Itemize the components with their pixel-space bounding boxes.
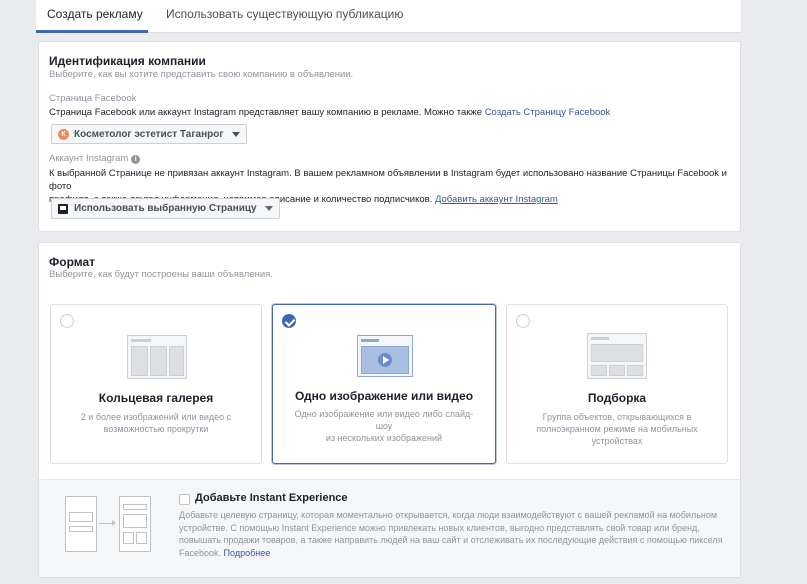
- add-instagram-account-link[interactable]: Добавить аккаунт Instagram: [435, 194, 558, 205]
- carousel-illustration-icon: [127, 335, 187, 379]
- instant-experience-illustration-icon: [65, 496, 157, 552]
- identity-subtitle: Выберите, как вы хотите представить свою…: [49, 69, 354, 80]
- format-option-collection[interactable]: Подборка Группа объектов, открывающихся …: [506, 304, 728, 464]
- single-image-radio-checked-icon[interactable]: [282, 314, 296, 328]
- collection-desc-line-1: Группа объектов, открывающихся в: [542, 412, 692, 422]
- identity-title: Идентификация компании: [49, 54, 206, 68]
- instant-experience-checkbox[interactable]: [179, 494, 190, 505]
- single-image-title: Одно изображение или видео: [294, 389, 474, 403]
- collection-radio[interactable]: [516, 314, 530, 328]
- tab-create-ad[interactable]: Создать рекламу: [47, 7, 143, 21]
- tabs-bar: Создать рекламу Использовать существующу…: [36, 0, 741, 33]
- facebook-page-text: Страница Facebook или аккаунт Instagram …: [49, 106, 610, 119]
- instant-experience-description: Добавьте целевую страницу, которая момен…: [179, 509, 729, 559]
- tab-use-existing-post[interactable]: Использовать существующую публикацию: [166, 7, 403, 21]
- collection-desc-line-3: устройствах: [591, 436, 643, 446]
- identity-card: Идентификация компании Выберите, как вы …: [38, 41, 741, 232]
- ie-desc-line-4: Facebook. Подробнее: [179, 547, 729, 560]
- format-card: Формат Выберите, как будут построены ваш…: [38, 242, 741, 578]
- instagram-text-line-1: К выбранной Странице не привязан аккаунт…: [49, 168, 727, 192]
- ie-desc-line-3: повышать продажи товаров, а также направ…: [179, 535, 723, 545]
- instant-experience-title: Добавьте Instant Experience: [195, 492, 348, 504]
- info-icon[interactable]: i: [131, 155, 141, 164]
- instagram-dropdown[interactable]: Использовать выбранную Страницу: [51, 198, 280, 219]
- format-title: Формат: [49, 255, 96, 269]
- page-dropdown-label: Косметолог эстетист Таганрог: [74, 128, 224, 140]
- instagram-account-label: Аккаунт Instagram: [49, 153, 129, 164]
- instant-experience-panel: Добавьте Instant Experience Добавьте цел…: [39, 479, 740, 577]
- collection-desc-line-2: полноэкранном режиме на мобильных: [536, 424, 698, 434]
- single-image-desc-line-1: Одно изображение или видео либо слайд-шо…: [294, 409, 474, 431]
- collection-title: Подборка: [587, 391, 647, 405]
- learn-more-link[interactable]: Подробнее: [224, 548, 271, 558]
- page-dropdown[interactable]: К Косметолог эстетист Таганрог: [51, 124, 247, 144]
- page-avatar: К: [58, 128, 69, 140]
- facebook-page-description: Страница Facebook или аккаунт Instagram …: [49, 107, 483, 118]
- single-image-description: Одно изображение или видео либо слайд-шо…: [293, 408, 475, 444]
- caret-down-icon: [231, 131, 240, 137]
- carousel-desc-line-1: 2 и более изображений или видео с: [80, 412, 232, 422]
- create-facebook-page-link[interactable]: Создать Страницу Facebook: [485, 107, 611, 118]
- flag-icon: [58, 203, 68, 214]
- format-subtitle: Выберите, как будут построены ваши объяв…: [49, 269, 273, 280]
- collection-illustration-icon: [587, 333, 647, 379]
- single-image-desc-line-2: из нескольких изображений: [325, 433, 443, 443]
- active-tab-indicator: [36, 30, 148, 33]
- instagram-dropdown-label: Использовать выбранную Страницу: [74, 203, 257, 214]
- format-option-carousel[interactable]: Кольцевая галерея 2 и более изображений …: [50, 304, 262, 464]
- instagram-account-label-row: Аккаунт Instagram i: [49, 153, 141, 164]
- ie-desc-line-2: устройстве. С помощью Instant Experience…: [179, 522, 700, 533]
- caret-down-icon: [264, 206, 273, 211]
- format-option-single-image-video[interactable]: Одно изображение или видео Одно изображе…: [272, 304, 496, 464]
- carousel-description: 2 и более изображений или видео с возмож…: [71, 411, 241, 435]
- carousel-title: Кольцевая галерея: [98, 391, 214, 405]
- ie-desc-line-1: Добавьте целевую страницу, которая момен…: [179, 510, 718, 520]
- ie-desc-line-4-body: Facebook.: [179, 547, 222, 558]
- carousel-radio[interactable]: [60, 314, 74, 328]
- facebook-page-label: Страница Facebook: [49, 93, 137, 104]
- carousel-desc-line-2: возможностью прокрутки: [103, 424, 209, 434]
- collection-description: Группа объектов, открывающихся в полноэк…: [527, 411, 707, 447]
- video-illustration-icon: [357, 335, 413, 377]
